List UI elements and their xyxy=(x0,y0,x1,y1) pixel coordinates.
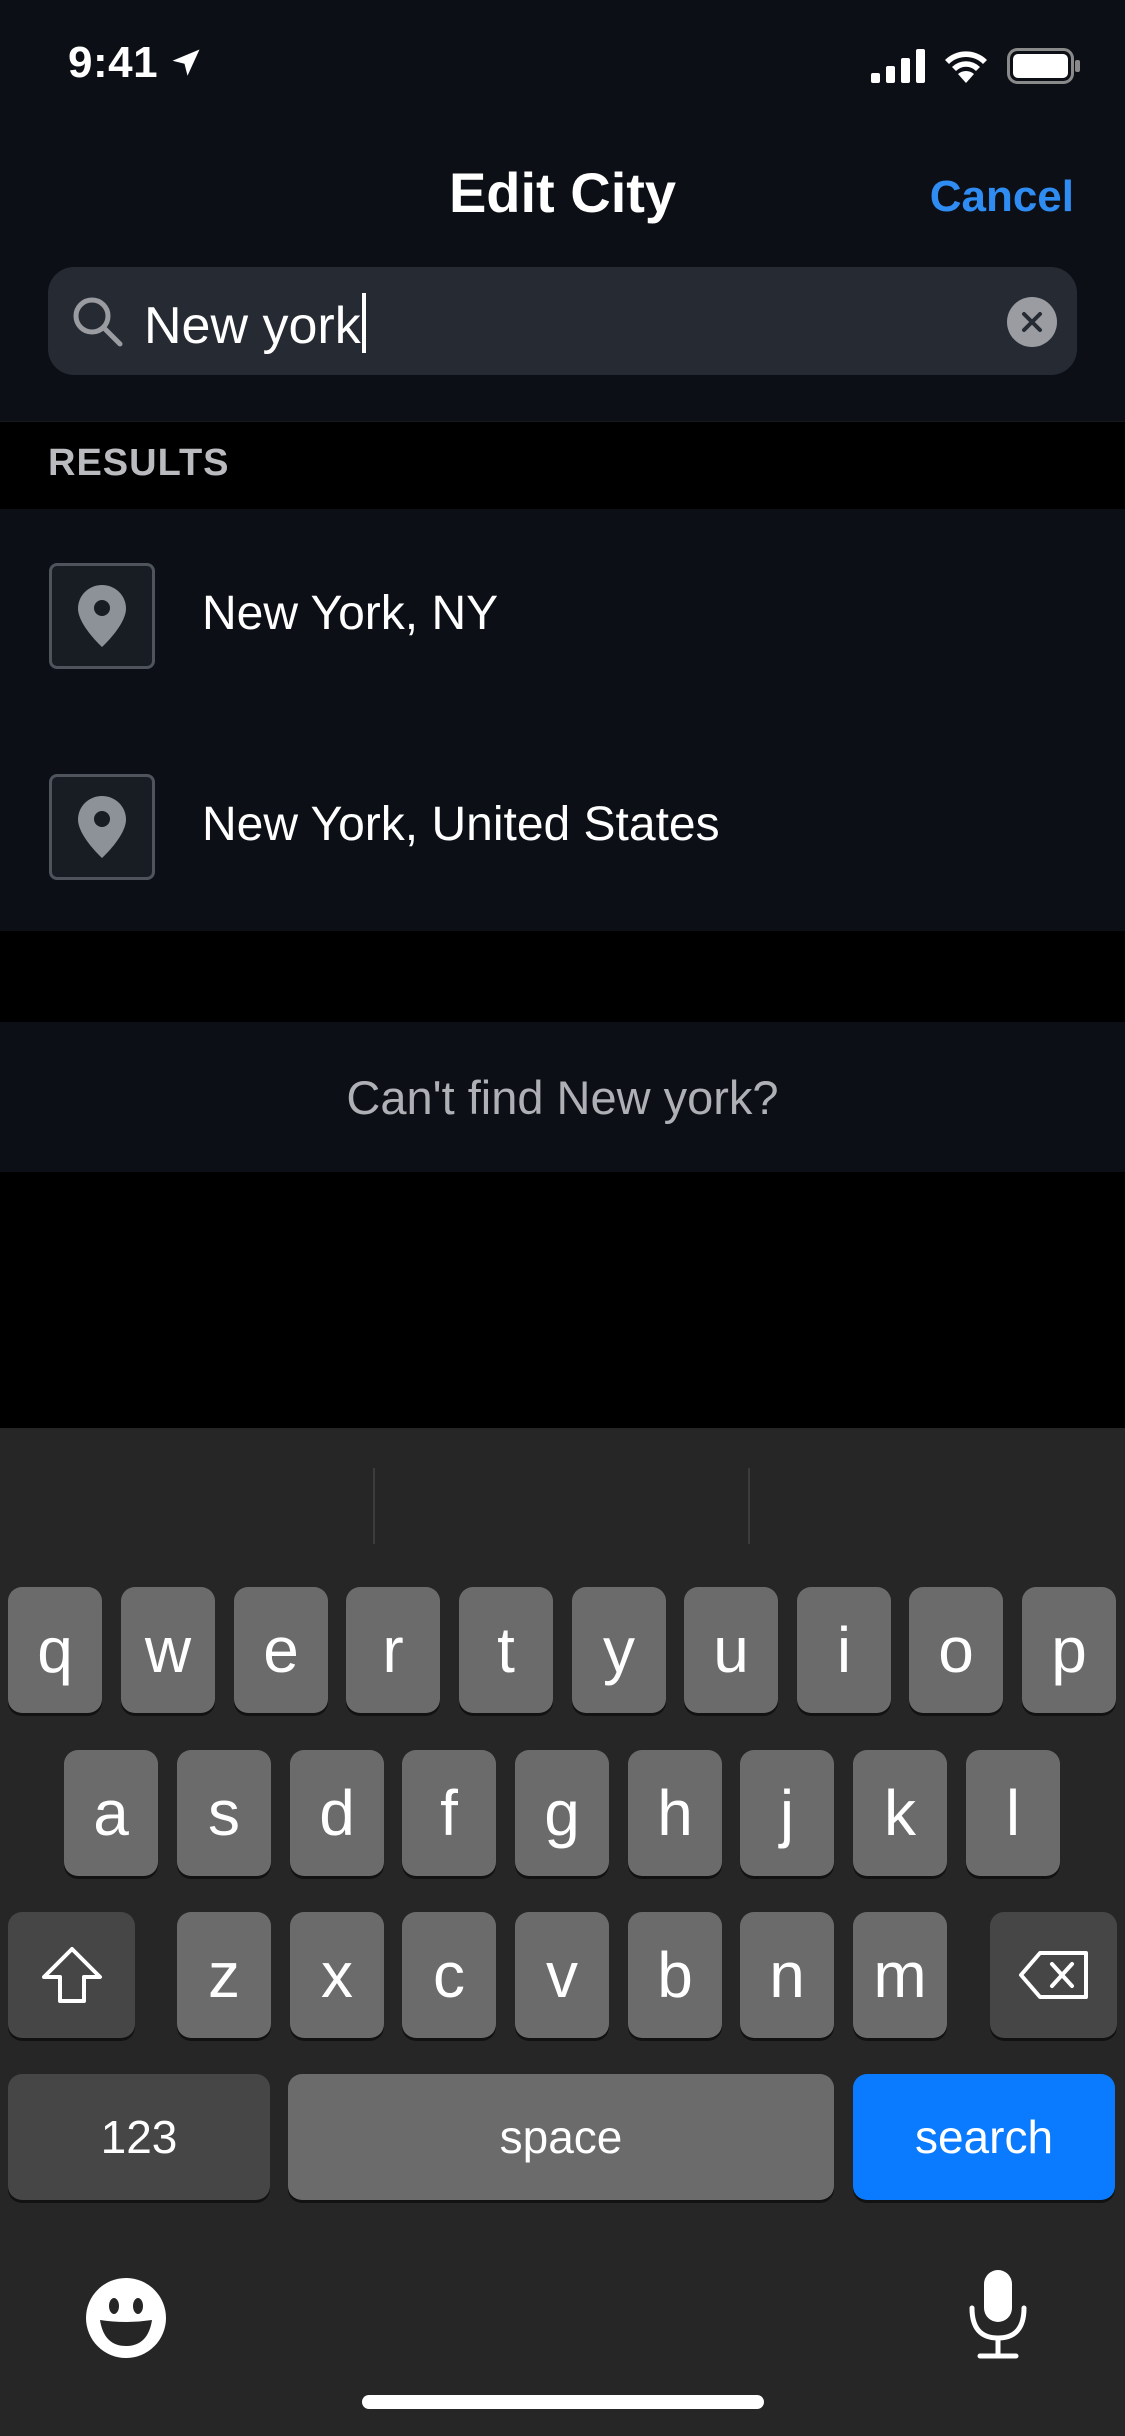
key-a[interactable]: a xyxy=(64,1750,158,1876)
delete-key[interactable] xyxy=(990,1912,1117,2038)
key-m[interactable]: m xyxy=(853,1912,947,2038)
clear-button[interactable] xyxy=(1007,297,1057,347)
suggestion-divider xyxy=(748,1468,750,1544)
location-arrow-icon xyxy=(172,49,200,76)
search-text: New york xyxy=(144,297,361,355)
location-pin-box xyxy=(49,563,155,669)
key-e[interactable]: e xyxy=(234,1587,328,1713)
location-pin-icon xyxy=(78,585,126,647)
key-u[interactable]: u xyxy=(684,1587,778,1713)
space-key[interactable]: space xyxy=(288,2074,834,2200)
shift-icon xyxy=(41,1947,102,2003)
search-key[interactable]: search xyxy=(853,2074,1115,2200)
key-o[interactable]: o xyxy=(909,1587,1003,1713)
time-text: 9:41 xyxy=(68,38,159,87)
result-label: New York, NY xyxy=(202,587,499,640)
key-f[interactable]: f xyxy=(402,1750,496,1876)
key-s[interactable]: s xyxy=(177,1750,271,1876)
key-c[interactable]: c xyxy=(402,1912,496,2038)
key-i[interactable]: i xyxy=(797,1587,891,1713)
key-w[interactable]: w xyxy=(121,1587,215,1713)
key-b[interactable]: b xyxy=(628,1912,722,2038)
clear-icon xyxy=(1022,312,1042,332)
cellular-signal-icon xyxy=(871,49,925,83)
location-pin-icon xyxy=(78,796,126,858)
microphone-icon xyxy=(969,2270,1027,2359)
search-icon xyxy=(73,297,123,347)
results-section-header: RESULTS xyxy=(0,421,1125,509)
key-p[interactable]: p xyxy=(1022,1587,1116,1713)
key-g[interactable]: g xyxy=(515,1750,609,1876)
key-j[interactable]: j xyxy=(740,1750,834,1876)
results-list: New York, NY New York, United States xyxy=(0,509,1125,931)
dictation-button[interactable] xyxy=(966,2268,1030,2360)
key-v[interactable]: v xyxy=(515,1912,609,2038)
text-caret xyxy=(361,293,366,353)
key-k[interactable]: k xyxy=(853,1750,947,1876)
suggestion-divider xyxy=(373,1468,375,1544)
key-z[interactable]: z xyxy=(177,1912,271,2038)
key-y[interactable]: y xyxy=(572,1587,666,1713)
search-key-label: search xyxy=(914,2111,1054,2163)
key-d[interactable]: d xyxy=(290,1750,384,1876)
search-value: New york xyxy=(144,293,366,356)
status-bar-time: 9:41 xyxy=(68,38,204,88)
numbers-key-label: 123 xyxy=(100,2111,178,2163)
location-pin-box xyxy=(49,774,155,880)
cant-find-label: Can't find New york? xyxy=(346,1070,779,1124)
key-t[interactable]: t xyxy=(459,1587,553,1713)
header: 9:41 Edit City Cancel New york xyxy=(0,0,1125,421)
status-bar-icons xyxy=(871,48,1081,84)
space-key-label: space xyxy=(499,2111,623,2163)
result-item[interactable]: New York, NY xyxy=(0,509,1125,720)
key-q[interactable]: q xyxy=(8,1587,102,1713)
result-item[interactable]: New York, United States xyxy=(0,720,1125,931)
emoji-icon xyxy=(86,2278,166,2358)
key-x[interactable]: x xyxy=(290,1912,384,2038)
search-input[interactable]: New york xyxy=(48,267,1077,375)
key-l[interactable]: l xyxy=(966,1750,1060,1876)
cant-find-button[interactable]: Can't find New york? xyxy=(0,1022,1125,1172)
key-n[interactable]: n xyxy=(740,1912,834,2038)
key-r[interactable]: r xyxy=(346,1587,440,1713)
results-header-label: RESULTS xyxy=(48,442,230,484)
cancel-button[interactable]: Cancel xyxy=(930,172,1074,222)
numbers-key[interactable]: 123 xyxy=(8,2074,270,2200)
home-indicator[interactable] xyxy=(362,2395,764,2409)
key-h[interactable]: h xyxy=(628,1750,722,1876)
shift-key[interactable] xyxy=(8,1912,135,2038)
result-label: New York, United States xyxy=(202,798,720,851)
emoji-button[interactable] xyxy=(84,2276,168,2360)
battery-icon xyxy=(1007,48,1080,84)
wifi-icon xyxy=(945,51,987,83)
delete-icon xyxy=(1018,1951,1088,1999)
